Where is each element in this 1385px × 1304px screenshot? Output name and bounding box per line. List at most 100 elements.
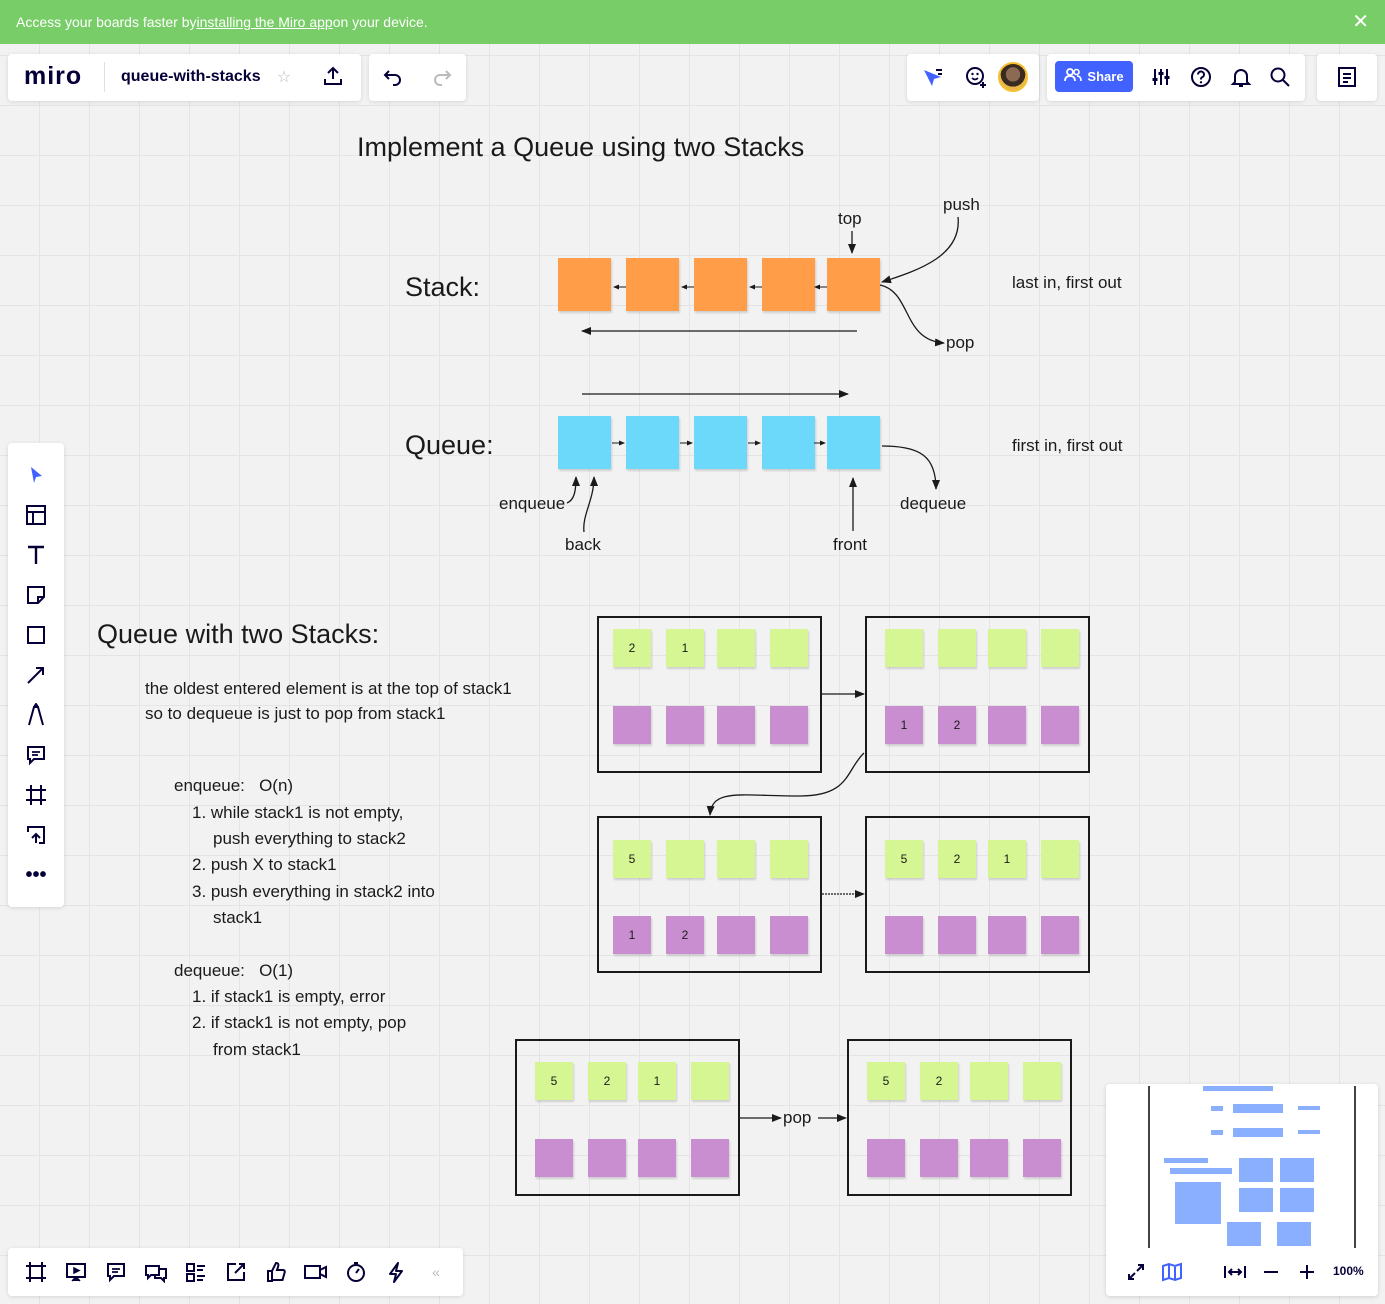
- pop-arrow-label[interactable]: pop: [783, 1108, 811, 1128]
- stack1-sticky[interactable]: 5: [885, 840, 923, 878]
- enqueue-step[interactable]: push everything to stack2: [213, 829, 406, 849]
- stack-sticky[interactable]: [558, 258, 611, 311]
- stack-sticky[interactable]: [827, 258, 880, 311]
- upload-icon[interactable]: [22, 821, 50, 849]
- zoom-out-icon[interactable]: [1260, 1260, 1282, 1284]
- miro-logo[interactable]: miro: [24, 62, 82, 91]
- stack1-sticky[interactable]: 2: [938, 840, 976, 878]
- queue-sticky[interactable]: [558, 416, 611, 469]
- text-tool-icon[interactable]: [22, 541, 50, 569]
- stack1-sticky[interactable]: 1: [988, 840, 1026, 878]
- stack1-sticky[interactable]: [666, 840, 704, 878]
- comments-icon[interactable]: [103, 1259, 129, 1285]
- star-icon[interactable]: ☆: [274, 67, 294, 87]
- share-button[interactable]: Share: [1055, 61, 1133, 92]
- note-line-1[interactable]: the oldest entered element is at the top…: [145, 679, 512, 699]
- install-app-link[interactable]: installing the Miro app: [197, 14, 333, 30]
- templates-icon[interactable]: [22, 501, 50, 529]
- stack-sticky[interactable]: [626, 258, 679, 311]
- stack1-sticky[interactable]: [770, 840, 808, 878]
- dequeue-label[interactable]: dequeue: [900, 494, 966, 514]
- stack2-sticky[interactable]: [970, 1139, 1008, 1177]
- stack1-sticky[interactable]: 5: [613, 840, 651, 878]
- stack2-sticky[interactable]: [1041, 916, 1079, 954]
- stack2-sticky[interactable]: [988, 916, 1026, 954]
- select-cursor-icon[interactable]: [22, 461, 50, 489]
- stack1-sticky[interactable]: 2: [613, 629, 651, 667]
- stack1-sticky[interactable]: 5: [867, 1062, 905, 1100]
- front-label[interactable]: front: [833, 535, 867, 555]
- connection-line-icon[interactable]: [22, 661, 50, 689]
- stack1-sticky[interactable]: [1041, 629, 1079, 667]
- redo-icon[interactable]: [429, 64, 455, 90]
- stack2-sticky[interactable]: [1023, 1139, 1061, 1177]
- queue-sticky[interactable]: [694, 416, 747, 469]
- apps-lightning-icon[interactable]: [383, 1259, 409, 1285]
- voting-thumbs-up-icon[interactable]: [263, 1259, 289, 1285]
- board-title[interactable]: Implement a Queue using two Stacks: [357, 132, 804, 163]
- notifications-bell-icon[interactable]: [1228, 64, 1254, 90]
- stack2-sticky[interactable]: [717, 706, 755, 744]
- stack2-sticky[interactable]: [691, 1139, 729, 1177]
- stack2-sticky[interactable]: [588, 1139, 626, 1177]
- reactions-icon[interactable]: [962, 64, 990, 90]
- stack1-sticky[interactable]: [1023, 1062, 1061, 1100]
- shape-rectangle-icon[interactable]: [22, 621, 50, 649]
- stack2-sticky[interactable]: 2: [666, 916, 704, 954]
- back-label[interactable]: back: [565, 535, 601, 555]
- dequeue-heading[interactable]: dequeue: O(1): [174, 961, 293, 981]
- enqueue-step[interactable]: stack1: [213, 908, 262, 928]
- stack2-sticky[interactable]: [867, 1139, 905, 1177]
- stack1-sticky[interactable]: 1: [666, 629, 704, 667]
- zoom-level[interactable]: 100%: [1333, 1264, 1364, 1278]
- stack2-sticky[interactable]: [1041, 706, 1079, 744]
- section-heading[interactable]: Queue with two Stacks:: [97, 619, 379, 650]
- help-icon[interactable]: [1188, 64, 1214, 90]
- stack1-sticky[interactable]: [691, 1062, 729, 1100]
- stack-sticky[interactable]: [762, 258, 815, 311]
- board-name[interactable]: queue-with-stacks: [121, 68, 261, 86]
- user-avatar[interactable]: [998, 62, 1028, 92]
- stack-description[interactable]: last in, first out: [1012, 273, 1122, 293]
- cards-list-icon[interactable]: [183, 1259, 209, 1285]
- queue-description[interactable]: first in, first out: [1012, 436, 1123, 456]
- enqueue-heading[interactable]: enqueue: O(n): [174, 776, 293, 796]
- more-tools-icon[interactable]: •••: [22, 861, 50, 889]
- queue-sticky[interactable]: [626, 416, 679, 469]
- search-icon[interactable]: [1267, 64, 1293, 90]
- sticky-note-icon[interactable]: [22, 581, 50, 609]
- stack1-sticky[interactable]: [1041, 840, 1079, 878]
- queue-sticky[interactable]: [827, 416, 880, 469]
- video-call-icon[interactable]: [302, 1259, 330, 1285]
- enqueue-step[interactable]: 2. push X to stack1: [192, 855, 337, 875]
- enqueue-label[interactable]: enqueue: [499, 494, 565, 514]
- stack-pop-label[interactable]: pop: [946, 333, 974, 353]
- stack1-sticky[interactable]: [938, 629, 976, 667]
- queue-label[interactable]: Queue:: [405, 430, 494, 461]
- stack1-sticky[interactable]: 1: [638, 1062, 676, 1100]
- presentation-icon[interactable]: [63, 1259, 89, 1285]
- stack-sticky[interactable]: [694, 258, 747, 311]
- stack2-sticky[interactable]: 1: [613, 916, 651, 954]
- collapse-chevrons-icon[interactable]: «: [426, 1262, 446, 1282]
- close-banner-icon[interactable]: ✕: [1352, 10, 1369, 34]
- stack1-sticky[interactable]: [717, 629, 755, 667]
- settings-sliders-icon[interactable]: [1148, 64, 1174, 90]
- stack2-sticky[interactable]: 1: [885, 706, 923, 744]
- stack1-sticky[interactable]: [885, 629, 923, 667]
- stack2-sticky[interactable]: [717, 916, 755, 954]
- stack2-sticky[interactable]: [938, 916, 976, 954]
- stack-label[interactable]: Stack:: [405, 272, 480, 303]
- zoom-in-icon[interactable]: [1296, 1260, 1318, 1284]
- cursor-follow-icon[interactable]: [918, 64, 946, 90]
- pen-icon[interactable]: [22, 701, 50, 729]
- map-icon[interactable]: [1160, 1260, 1184, 1284]
- stack2-sticky[interactable]: [770, 916, 808, 954]
- stack2-sticky[interactable]: [770, 706, 808, 744]
- stack1-sticky[interactable]: 5: [535, 1062, 573, 1100]
- stack-push-label[interactable]: push: [943, 195, 980, 215]
- stack1-sticky[interactable]: [988, 629, 1026, 667]
- stack1-sticky[interactable]: 2: [588, 1062, 626, 1100]
- comment-icon[interactable]: [22, 741, 50, 769]
- note-line-2[interactable]: so to dequeue is just to pop from stack1: [145, 704, 446, 724]
